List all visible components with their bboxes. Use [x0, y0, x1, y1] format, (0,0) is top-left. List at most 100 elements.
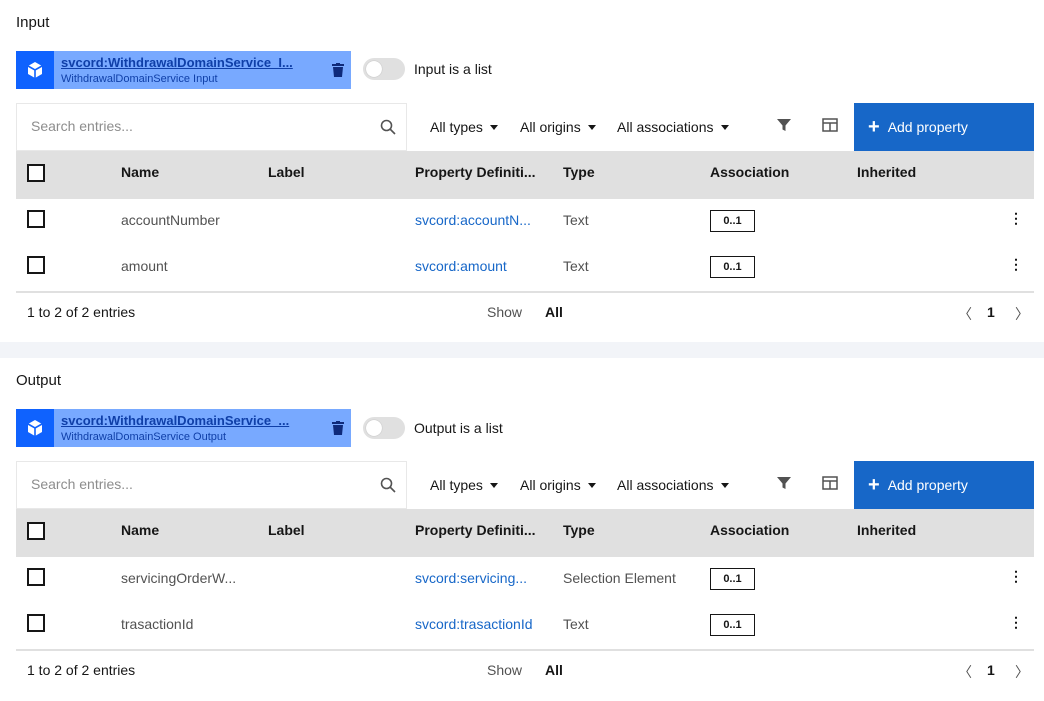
entries-count: 1 to 2 of 2 entries	[27, 662, 136, 678]
chevron-down-icon	[720, 482, 729, 488]
table-footer: 1 to 2 of 2 entries Show All 〈 1 〉	[16, 650, 1034, 690]
table-header: Name Label Property Definiti... Type Ass…	[16, 151, 1034, 199]
column-header-name[interactable]: Name	[121, 164, 159, 180]
cell-name: amount	[121, 258, 168, 274]
columns-icon[interactable]	[822, 117, 838, 136]
chip-link[interactable]: svcord:WithdrawalDomainService_I...	[61, 55, 325, 70]
table-toolbar: All types All origins All associations +…	[16, 461, 1034, 509]
chip-subtitle: WithdrawalDomainService Input	[61, 73, 218, 85]
column-header-association[interactable]: Association	[710, 522, 789, 538]
overflow-menu-icon[interactable]: ⋮	[1009, 211, 1023, 225]
page-size-select[interactable]: All	[545, 304, 563, 320]
section-title: Input	[16, 14, 50, 31]
list-toggle[interactable]: Output is a list	[363, 417, 503, 439]
page-number[interactable]: 1	[987, 304, 995, 320]
chevron-down-icon	[720, 124, 729, 130]
row-checkbox[interactable]	[27, 614, 45, 632]
row-checkbox[interactable]	[27, 210, 45, 228]
chevron-down-icon	[489, 124, 498, 130]
next-page-icon[interactable]: 〉	[1015, 304, 1029, 324]
column-header-name[interactable]: Name	[121, 522, 159, 538]
add-property-button[interactable]: + Add property	[854, 461, 1034, 509]
chevron-down-icon	[587, 124, 596, 130]
cell-property-link[interactable]: svcord:amount	[415, 258, 507, 274]
cell-type: Text	[563, 616, 589, 632]
association-badge: 0..1	[710, 568, 755, 590]
column-header-type[interactable]: Type	[563, 164, 595, 180]
cell-property-link[interactable]: svcord:trasactionId	[415, 616, 533, 632]
trash-icon[interactable]	[325, 409, 351, 447]
overflow-menu-icon[interactable]: ⋮	[1009, 569, 1023, 583]
output-section: Output svcord:WithdrawalDomainService_..…	[0, 358, 1044, 701]
table-footer: 1 to 2 of 2 entries Show All 〈 1 〉	[16, 292, 1034, 332]
types-dropdown[interactable]: All types	[430, 119, 498, 135]
association-badge: 0..1	[710, 210, 755, 232]
column-header-inherited[interactable]: Inherited	[857, 164, 916, 180]
search-box[interactable]	[16, 103, 407, 151]
search-input[interactable]	[31, 476, 371, 492]
column-header-association[interactable]: Association	[710, 164, 789, 180]
cell-property-link[interactable]: svcord:accountN...	[415, 212, 531, 228]
cell-type: Text	[563, 258, 589, 274]
filter-icon[interactable]	[776, 475, 792, 494]
select-all-checkbox[interactable]	[27, 522, 45, 540]
cell-name: accountNumber	[121, 212, 220, 228]
search-input[interactable]	[31, 118, 371, 134]
cell-name: servicingOrderW...	[121, 570, 237, 586]
columns-icon[interactable]	[822, 475, 838, 494]
input-type-chip[interactable]: svcord:WithdrawalDomainService_I... With…	[16, 51, 351, 89]
association-badge: 0..1	[710, 614, 755, 636]
entries-count: 1 to 2 of 2 entries	[27, 304, 136, 320]
table-row[interactable]: trasactionId svcord:trasactionId Text 0.…	[16, 603, 1034, 650]
section-title: Output	[16, 372, 62, 389]
plus-icon: +	[868, 474, 880, 496]
chip-link[interactable]: svcord:WithdrawalDomainService_...	[61, 413, 325, 428]
plus-icon: +	[868, 116, 880, 138]
search-icon[interactable]	[380, 119, 396, 138]
table-toolbar: All types All origins All associations +…	[16, 103, 1034, 151]
table-row[interactable]: amount svcord:amount Text 0..1 ⋮	[16, 245, 1034, 292]
output-type-chip[interactable]: svcord:WithdrawalDomainService_... Withd…	[16, 409, 351, 447]
toggle-switch[interactable]	[363, 417, 405, 439]
chevron-down-icon	[587, 482, 596, 488]
overflow-menu-icon[interactable]: ⋮	[1009, 615, 1023, 629]
origins-dropdown[interactable]: All origins	[520, 119, 596, 135]
search-box[interactable]	[16, 461, 407, 509]
cube-icon	[16, 51, 54, 89]
trash-icon[interactable]	[325, 51, 351, 89]
table-row[interactable]: accountNumber svcord:accountN... Text 0.…	[16, 199, 1034, 246]
page-number[interactable]: 1	[987, 662, 995, 678]
column-header-property[interactable]: Property Definiti...	[415, 164, 536, 180]
toggle-label: Output is a list	[414, 420, 503, 436]
add-property-button[interactable]: + Add property	[854, 103, 1034, 151]
overflow-menu-icon[interactable]: ⋮	[1009, 257, 1023, 271]
select-all-checkbox[interactable]	[27, 164, 45, 182]
column-header-inherited[interactable]: Inherited	[857, 522, 916, 538]
toggle-switch[interactable]	[363, 58, 405, 80]
associations-dropdown[interactable]: All associations	[617, 477, 729, 493]
cell-name: trasactionId	[121, 616, 194, 632]
table-row[interactable]: servicingOrderW... svcord:servicing... S…	[16, 557, 1034, 604]
toggle-label: Input is a list	[414, 61, 492, 77]
filter-icon[interactable]	[776, 117, 792, 136]
column-header-property[interactable]: Property Definiti...	[415, 522, 536, 538]
associations-dropdown[interactable]: All associations	[617, 119, 729, 135]
types-dropdown[interactable]: All types	[430, 477, 498, 493]
origins-dropdown[interactable]: All origins	[520, 477, 596, 493]
table-header: Name Label Property Definiti... Type Ass…	[16, 509, 1034, 557]
association-badge: 0..1	[710, 256, 755, 278]
search-icon[interactable]	[380, 477, 396, 496]
prev-page-icon[interactable]: 〈	[958, 304, 972, 324]
row-checkbox[interactable]	[27, 256, 45, 274]
next-page-icon[interactable]: 〉	[1015, 662, 1029, 682]
column-header-type[interactable]: Type	[563, 522, 595, 538]
prev-page-icon[interactable]: 〈	[958, 662, 972, 682]
page-size-select[interactable]: All	[545, 662, 563, 678]
row-checkbox[interactable]	[27, 568, 45, 586]
cell-property-link[interactable]: svcord:servicing...	[415, 570, 527, 586]
list-toggle[interactable]: Input is a list	[363, 58, 492, 80]
column-header-label[interactable]: Label	[268, 522, 305, 538]
show-label: Show	[487, 304, 523, 320]
cell-type: Text	[563, 212, 589, 228]
column-header-label[interactable]: Label	[268, 164, 305, 180]
